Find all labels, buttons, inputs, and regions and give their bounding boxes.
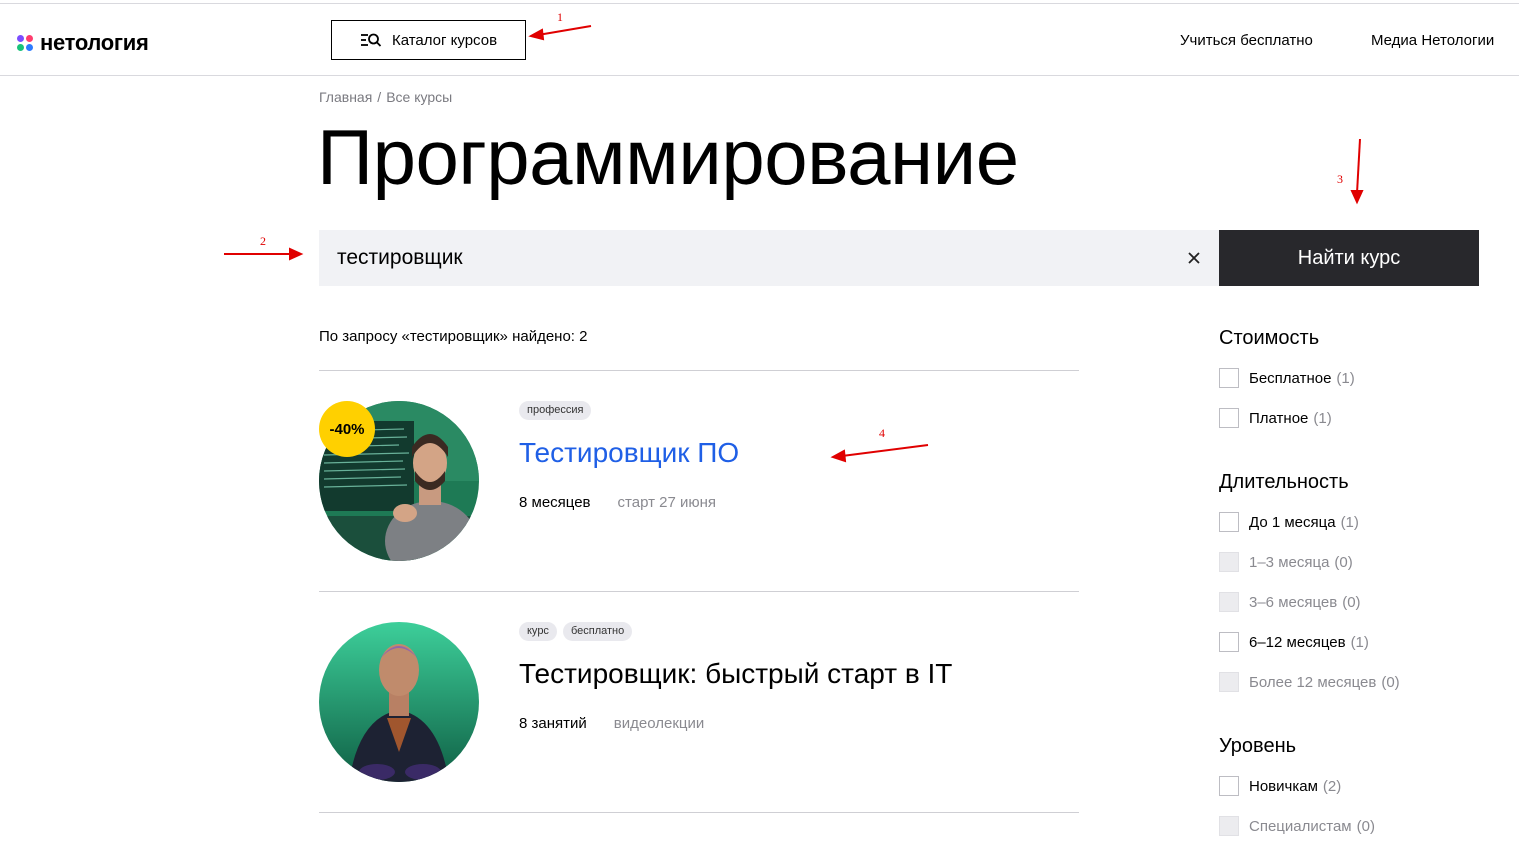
divider <box>319 370 1079 371</box>
course-card[interactable]: -40% профессия Тестировщик ПО 8 месяцев … <box>319 401 1079 561</box>
filter-title-level: Уровень <box>1219 735 1297 757</box>
filter-label: До 1 месяца <box>1249 513 1336 531</box>
filter-count: (1) <box>1350 633 1369 651</box>
filter-title-cost: Стоимость <box>1219 327 1320 349</box>
checkbox <box>1219 592 1239 612</box>
breadcrumb: Главная / Все курсы <box>319 89 457 105</box>
filter-duration-3-6m: 3–6 месяцев (0) <box>1219 592 1361 612</box>
filter-label: Специалистам <box>1249 817 1352 835</box>
checkbox <box>1219 816 1239 836</box>
course-start: старт 27 июня <box>617 494 717 511</box>
filter-count: (0) <box>1381 673 1400 691</box>
course-image[interactable] <box>319 622 479 782</box>
course-card[interactable]: курс бесплатно Тестировщик: быстрый стар… <box>319 622 1079 782</box>
tag-profession: профессия <box>519 401 592 420</box>
filter-label: Более 12 месяцев <box>1249 673 1377 691</box>
course-tags: курс бесплатно <box>519 622 633 641</box>
tag-course: курс <box>519 622 557 641</box>
filter-level-beginner[interactable]: Новичкам (2) <box>1219 776 1341 796</box>
filter-duration-1m[interactable]: До 1 месяца (1) <box>1219 512 1359 532</box>
filter-count: (0) <box>1342 593 1361 611</box>
filter-count: (2) <box>1322 777 1342 795</box>
filter-duration-6-12m[interactable]: 6–12 месяцев (1) <box>1219 632 1369 652</box>
logo-text: нетология <box>40 30 149 55</box>
course-duration: 8 занятий <box>519 715 587 732</box>
catalog-search-icon <box>360 33 382 47</box>
checkbox[interactable] <box>1219 632 1239 652</box>
logo-icon <box>17 35 33 51</box>
filter-count: (0) <box>1334 553 1353 571</box>
checkbox[interactable] <box>1219 512 1239 532</box>
course-title[interactable]: Тестировщик: быстрый старт в IT <box>519 658 952 690</box>
filter-level-specialist: Специалистам (0) <box>1219 816 1375 836</box>
results-count: По запросу «тестировщик» найдено: 2 <box>319 328 588 345</box>
logo[interactable]: нетология <box>17 30 149 56</box>
filter-label: Новичкам <box>1249 777 1318 795</box>
divider <box>319 591 1079 592</box>
course-duration: 8 месяцев <box>519 494 591 511</box>
tag-free: бесплатно <box>562 622 633 641</box>
filter-label: Бесплатное <box>1249 369 1332 387</box>
page-title: Программирование <box>317 113 1019 201</box>
search-box <box>319 230 1219 286</box>
course-meta: 8 месяцев старт 27 июня <box>519 494 716 511</box>
checkbox <box>1219 672 1239 692</box>
course-tags: профессия <box>519 401 592 420</box>
site-header: нетология Каталог курсов Учиться бесплат… <box>0 4 1519 76</box>
breadcrumb-all-courses[interactable]: Все курсы <box>386 89 452 105</box>
filter-label: 1–3 месяца <box>1249 553 1330 571</box>
nav-learn-free[interactable]: Учиться бесплатно <box>1180 32 1313 49</box>
catalog-button[interactable]: Каталог курсов <box>331 20 526 60</box>
filter-title-duration: Длительность <box>1219 471 1349 493</box>
course-meta: 8 занятий видеолекции <box>519 715 704 732</box>
annotation-label: 3 <box>1337 172 1343 186</box>
filter-label: 6–12 месяцев <box>1249 633 1346 651</box>
nav-media[interactable]: Медиа Нетологии <box>1371 32 1494 49</box>
checkbox[interactable] <box>1219 368 1239 388</box>
course-title[interactable]: Тестировщик ПО <box>519 437 739 469</box>
checkbox[interactable] <box>1219 408 1239 428</box>
course-format: видеолекции <box>613 715 705 732</box>
filter-duration-1-3m: 1–3 месяца (0) <box>1219 552 1353 572</box>
filter-count: (1) <box>1340 513 1359 531</box>
filter-paid[interactable]: Платное (1) <box>1219 408 1332 428</box>
filter-label: 3–6 месяцев <box>1249 593 1338 611</box>
filter-free[interactable]: Бесплатное (1) <box>1219 368 1355 388</box>
checkbox <box>1219 552 1239 572</box>
filter-count: (1) <box>1313 409 1332 427</box>
filter-duration-12m-plus: Более 12 месяцев (0) <box>1219 672 1400 692</box>
filter-label: Платное <box>1249 409 1309 427</box>
filter-count: (1) <box>1336 369 1355 387</box>
find-course-button[interactable]: Найти курс <box>1219 230 1479 286</box>
breadcrumb-separator: / <box>377 89 382 105</box>
clear-icon[interactable] <box>1182 246 1206 270</box>
search-input[interactable] <box>319 230 1179 286</box>
checkbox[interactable] <box>1219 776 1239 796</box>
divider <box>319 812 1079 813</box>
breadcrumb-home[interactable]: Главная <box>319 89 372 105</box>
catalog-button-label: Каталог курсов <box>391 31 498 49</box>
discount-badge: -40% <box>319 401 375 457</box>
annotation-label: 4 <box>879 426 885 440</box>
annotation-label: 2 <box>260 234 266 248</box>
filter-count: (0) <box>1356 817 1375 835</box>
annotation-label: 1 <box>557 10 563 24</box>
